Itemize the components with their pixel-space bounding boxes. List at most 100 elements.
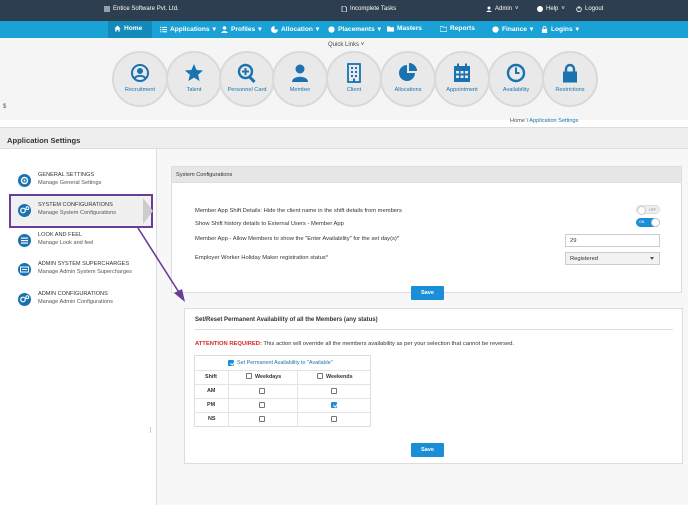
quicklink-allocations[interactable]: Allocations	[380, 51, 436, 107]
gears-icon	[18, 293, 31, 306]
shift-label: NS	[208, 416, 216, 422]
quicklink-restrictions[interactable]: Restrictions	[542, 51, 598, 107]
nav-finance[interactable]: Finance ▾	[492, 25, 533, 33]
chevron-down-icon: ˅	[360, 42, 365, 48]
star-icon	[184, 63, 204, 83]
quick-links-toggle[interactable]: Quick Links ˅	[328, 42, 364, 48]
quicklink-availability[interactable]: Availability	[488, 51, 544, 107]
user-icon	[290, 63, 310, 83]
breadcrumb-current[interactable]: Application Settings	[529, 118, 578, 124]
nav-placements[interactable]: Placements ▾	[328, 25, 381, 33]
set-available-checkbox[interactable]	[228, 360, 234, 366]
pm-weekdays-checkbox[interactable]	[259, 402, 265, 408]
nav-profiles[interactable]: Profiles ▾	[221, 25, 262, 33]
folder-icon	[387, 26, 394, 32]
am-weekdays-checkbox[interactable]	[259, 388, 265, 394]
availability-title: Set/Reset Permanent Availability of all …	[195, 317, 378, 323]
hide-client-toggle[interactable]: OFF	[636, 205, 660, 215]
table-border	[228, 370, 229, 426]
show-history-label: Show Shift history details to External U…	[195, 221, 344, 227]
menu-icon	[104, 6, 110, 12]
quicklink-recruitment[interactable]: Recruitment	[112, 51, 168, 107]
keyboard-icon	[18, 263, 31, 276]
save-config-button[interactable]: Save	[411, 286, 444, 300]
am-weekends-checkbox[interactable]	[331, 388, 337, 394]
system-config-header: System Configurations	[171, 166, 682, 183]
person-circle-icon	[130, 63, 150, 83]
nav-reports[interactable]: Reports	[440, 25, 475, 32]
user-icon	[221, 25, 228, 33]
breadcrumb-home[interactable]: Home	[510, 118, 525, 124]
availability-days-input[interactable]: 29	[565, 234, 660, 247]
nav-applications[interactable]: Applications ▾	[160, 25, 216, 33]
holiday-status-label: Employer Worker Holiday Maker registrati…	[195, 255, 328, 261]
weekdays-column-header: Weekdays	[255, 374, 282, 380]
user-icon	[486, 6, 492, 12]
nav-masters[interactable]: Masters	[387, 25, 422, 32]
list-icon	[18, 234, 31, 247]
chevron-down-icon: ˅	[561, 6, 565, 12]
sidebar-item-admin-configurations[interactable]: ADMIN CONFIGURATIONS Manage Admin Config…	[18, 289, 148, 317]
help-menu[interactable]: Help ˅	[537, 6, 565, 12]
hide-client-label: Member App Shift Details: Hide the clien…	[195, 208, 402, 214]
ns-weekends-checkbox[interactable]	[331, 416, 337, 422]
table-border	[195, 384, 370, 385]
toggle-knob	[637, 206, 646, 215]
globe-icon	[492, 25, 499, 33]
search-plus-icon	[237, 63, 257, 84]
lock-icon	[560, 63, 580, 83]
incomplete-tasks-link[interactable]: Incomplete Tasks	[341, 6, 396, 12]
ns-weekdays-checkbox[interactable]	[259, 416, 265, 422]
sidebar-item-system-configurations[interactable]: SYSTEM CONFIGURATIONS Manage System Conf…	[18, 200, 148, 228]
sidebar-item-general-settings[interactable]: GENERAL SETTINGS Manage General Settings	[18, 170, 148, 198]
admin-menu[interactable]: Admin ˅	[486, 6, 519, 12]
shift-label: AM	[207, 388, 216, 394]
calendar-icon	[452, 63, 472, 83]
attention-message: ATTENTION REQUIRED: This action will ove…	[195, 341, 515, 347]
holiday-status-select[interactable]: Registered	[565, 252, 660, 265]
list-icon	[160, 26, 167, 32]
weekdays-all-checkbox[interactable]	[246, 373, 252, 379]
weekends-column-header: Weekends	[326, 374, 353, 380]
quicklink-personnel-card[interactable]: Personnel Card	[219, 51, 275, 107]
nav-home[interactable]: Home	[114, 25, 142, 32]
divider	[195, 329, 673, 330]
table-border	[195, 412, 370, 413]
document-icon	[341, 6, 347, 12]
chevron-down-icon: ˅	[515, 6, 519, 12]
nav-logins[interactable]: Logins ▾	[541, 25, 579, 33]
quicklink-client[interactable]: Client	[326, 51, 382, 107]
currency-symbol: $	[3, 104, 7, 110]
set-available-label: Set Permanent Availability to "Available…	[237, 360, 333, 366]
shift-label: PM	[207, 402, 216, 408]
table-border	[195, 370, 370, 371]
building-icon	[344, 63, 364, 83]
weekends-all-checkbox[interactable]	[317, 373, 323, 379]
page-title: Application Settings	[7, 136, 81, 145]
quicklink-appointment[interactable]: Appointment	[434, 51, 490, 107]
sidebar-item-admin-system-supercharges[interactable]: ADMIN SYSTEM SUPERCHARGES Manage Admin S…	[18, 259, 148, 287]
page-title-bar: Application Settings	[0, 127, 688, 149]
gear-icon	[18, 174, 31, 187]
globe-icon	[328, 25, 335, 33]
gears-icon	[18, 204, 31, 217]
table-border	[195, 398, 370, 399]
quicklink-member[interactable]: Member	[272, 51, 328, 107]
toggle-knob	[651, 218, 660, 227]
home-icon	[114, 25, 121, 32]
nav-allocation[interactable]: Allocation ▾	[271, 25, 319, 33]
caret-down-icon	[650, 257, 654, 260]
clock-icon	[506, 63, 526, 83]
logout-button[interactable]: Logout	[576, 6, 603, 12]
save-availability-button[interactable]: Save	[411, 443, 444, 457]
show-history-toggle[interactable]: ON	[636, 218, 660, 227]
table-border	[297, 370, 298, 426]
main-nav: Home Applications ▾ Profiles ▾ Allocation ▾…	[0, 21, 688, 38]
pie-icon	[271, 25, 278, 33]
quicklink-talent[interactable]: Talent	[166, 51, 222, 107]
help-icon	[537, 6, 543, 12]
company-name: Entice Software Pvt. Ltd.	[104, 6, 179, 12]
top-bar: Entice Software Pvt. Ltd. Incomplete Tas…	[0, 0, 688, 21]
pm-weekends-checkbox[interactable]	[331, 402, 337, 408]
sidebar-item-look-and-feel[interactable]: LOOK AND FEEL Manage Look and feel	[18, 230, 148, 258]
